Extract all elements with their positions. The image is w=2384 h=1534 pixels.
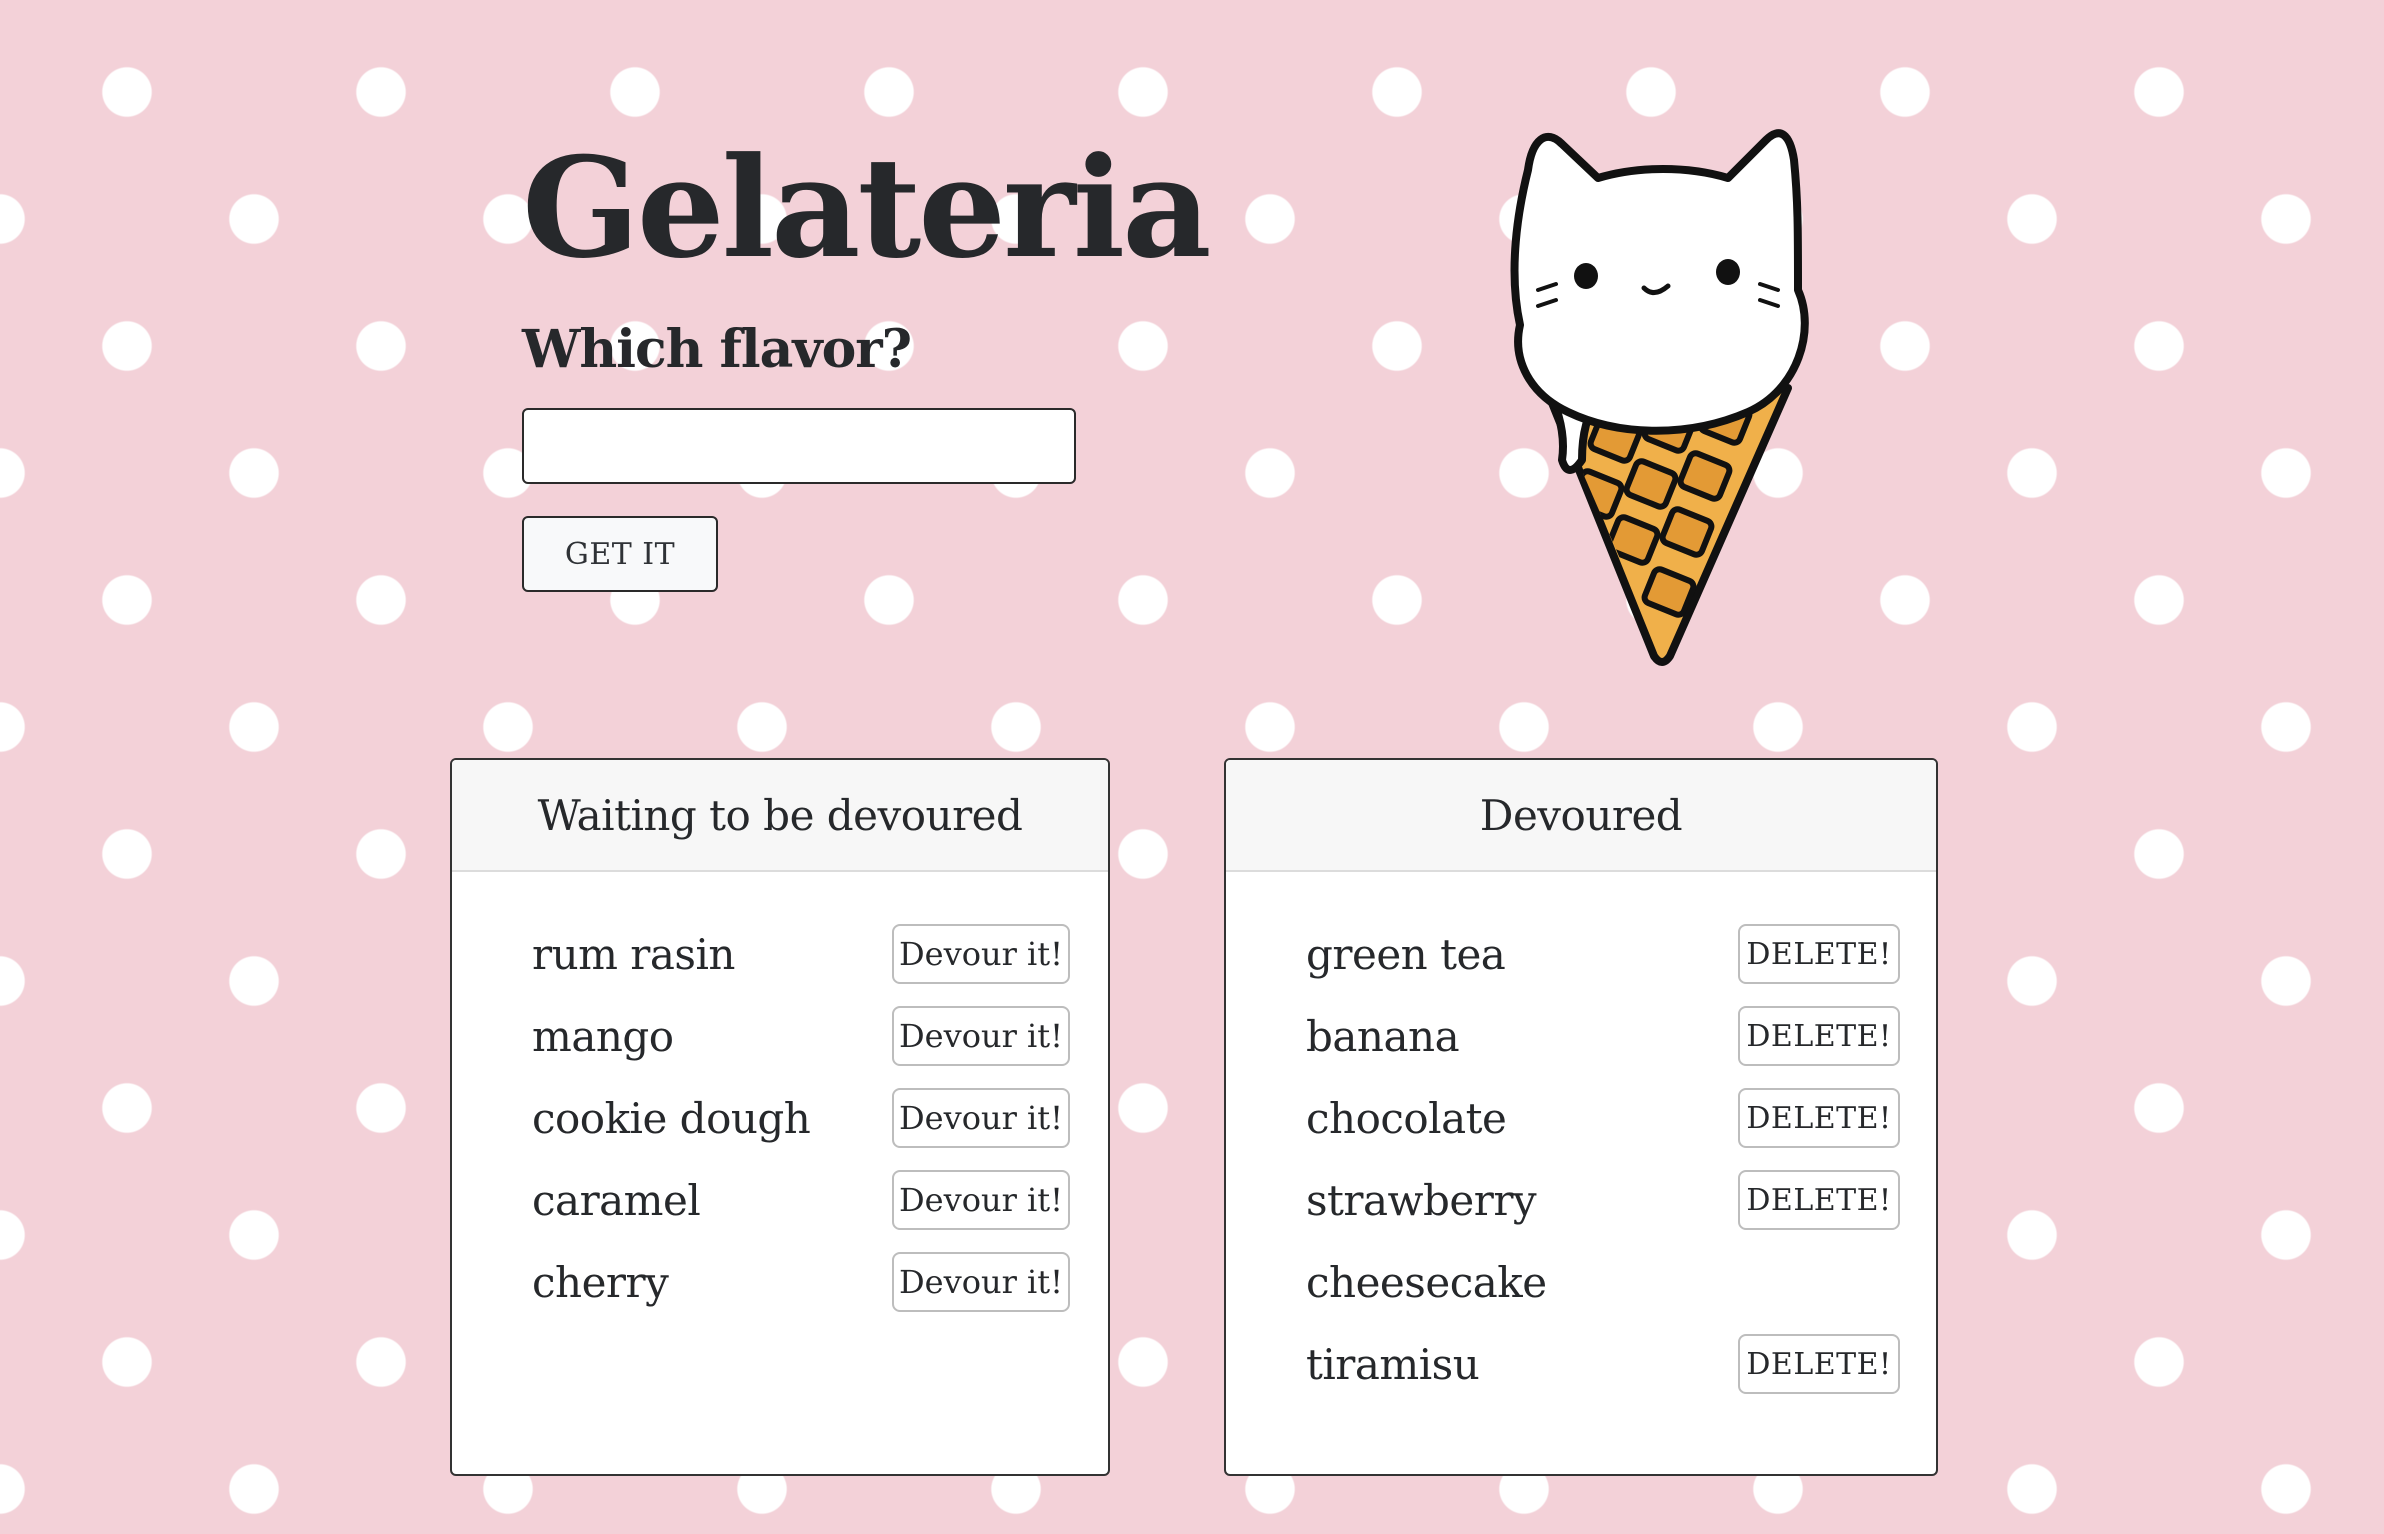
devour-button[interactable]: Devour it! [892,1006,1070,1066]
list-item: tiramisu DELETE! [1226,1324,1936,1406]
list-item: strawberry DELETE! [1226,1160,1936,1242]
flavor-input[interactable] [522,408,1076,484]
devoured-panel-title: Devoured [1226,760,1936,872]
list-item: rum rasin Devour it! [452,914,1108,996]
devour-button[interactable]: Devour it! [892,1088,1070,1148]
flavor-name: cherry [532,1258,669,1307]
devour-button[interactable]: Devour it! [892,1252,1070,1312]
delete-button[interactable]: DELETE! [1738,1334,1900,1394]
waiting-panel-title: Waiting to be devoured [452,760,1108,872]
list-item: mango Devour it! [452,996,1108,1078]
list-item: caramel Devour it! [452,1160,1108,1242]
get-it-button[interactable]: GET IT [522,516,718,592]
devoured-panel: Devoured green tea DELETE! banana DELETE… [1224,758,1938,1476]
delete-button[interactable]: DELETE! [1738,1006,1900,1066]
flavor-name: rum rasin [532,930,735,979]
flavor-name: strawberry [1306,1176,1537,1225]
delete-button[interactable]: DELETE! [1738,1088,1900,1148]
list-item: cheesecake [1226,1242,1936,1324]
flavor-name: tiramisu [1306,1340,1480,1389]
flavor-name: banana [1306,1012,1460,1061]
flavor-name: green tea [1306,930,1506,979]
delete-button[interactable]: DELETE! [1738,924,1900,984]
waiting-panel: Waiting to be devoured rum rasin Devour … [450,758,1110,1476]
list-item: banana DELETE! [1226,996,1936,1078]
devour-button[interactable]: Devour it! [892,1170,1070,1230]
list-item: cookie dough Devour it! [452,1078,1108,1160]
flavor-name: caramel [532,1176,701,1225]
list-item: green tea DELETE! [1226,914,1936,996]
list-item: cherry Devour it! [452,1242,1108,1324]
flavor-name: chocolate [1306,1094,1507,1143]
delete-button[interactable]: DELETE! [1738,1170,1900,1230]
flavor-name: cookie dough [532,1094,811,1143]
devour-button[interactable]: Devour it! [892,924,1070,984]
flavor-prompt: Which flavor? [522,319,912,380]
page-title: Gelateria [522,126,1212,289]
list-item: chocolate DELETE! [1226,1078,1936,1160]
flavor-name: mango [532,1012,674,1061]
flavor-name: cheesecake [1306,1258,1547,1307]
cat-ice-cream-cone-icon [1510,129,1809,666]
